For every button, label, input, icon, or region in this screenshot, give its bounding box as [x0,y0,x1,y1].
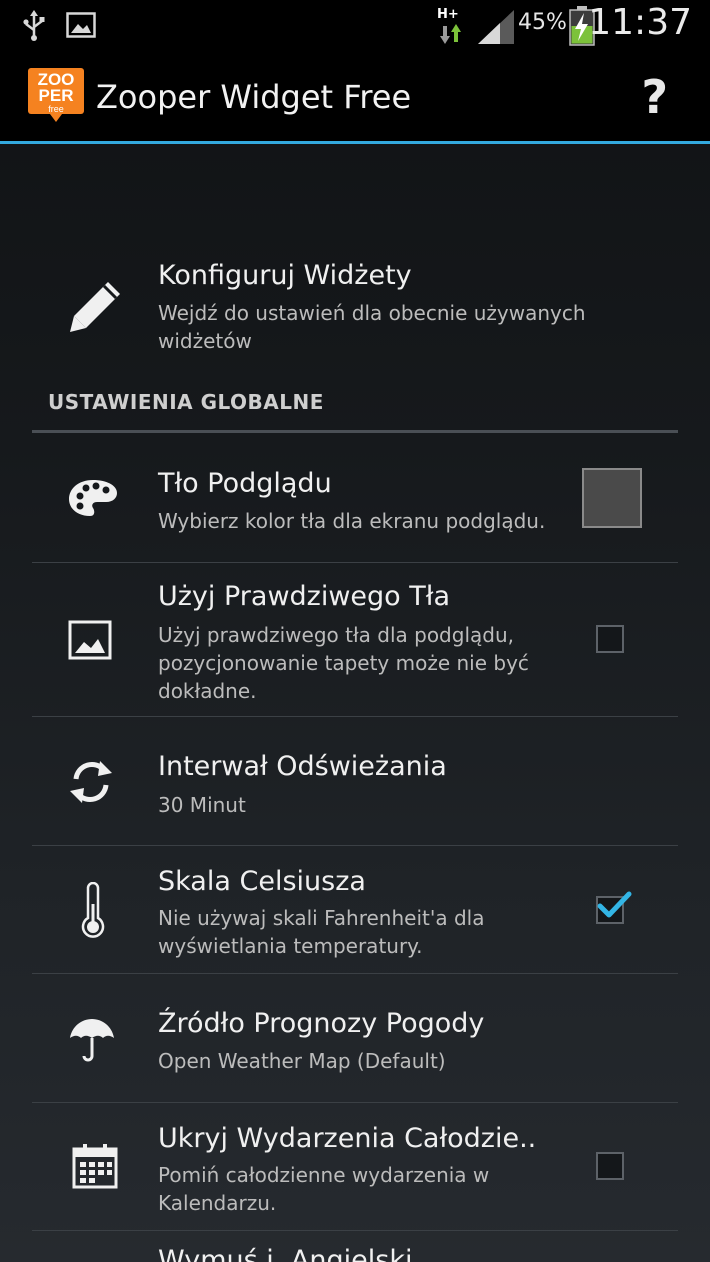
celsius-scale-subtitle: Nie używaj skali Fahrenheit'a dla wyświe… [158,906,485,958]
pencil-icon [70,282,120,332]
real-background-item[interactable]: Użyj Prawdziwego Tła Użyj prawdziwego tł… [32,563,678,716]
calendar-icon [72,1144,118,1189]
refresh-interval-item[interactable]: Interwał Odświeżania 30 Minut [32,717,678,845]
logo-line-2: PER [39,86,74,105]
configure-widgets-title: Konfiguruj Widżety [158,260,412,291]
status-time: 11:37 [588,2,692,43]
palette-icon [69,480,117,516]
weather-source-title: Źródło Prognozy Pogody [158,1008,485,1039]
hide-allday-events-subtitle: Pomiń całodzienne wydarzenia w Kalendarz… [158,1163,490,1215]
preview-color-swatch[interactable] [582,468,642,528]
network-arrows-icon [440,24,461,44]
thermometer-icon [81,882,105,938]
section-divider [32,430,678,433]
real-background-title: Użyj Prawdziwego Tła [158,581,450,612]
weather-source-item[interactable]: Źródło Prognozy Pogody Open Weather Map … [32,974,678,1102]
app-title: Zooper Widget Free [96,78,412,116]
preview-background-title: Tło Podglądu [158,468,332,499]
hide-allday-events-title: Ukryj Wydarzenia Całodzie.. [158,1123,537,1154]
celsius-scale-title: Skala Celsiusza [158,866,366,897]
checkmark-icon [597,891,632,918]
image-icon [66,12,96,38]
logo-line-3: free [48,104,64,114]
refresh-interval-title: Interwał Odświeżania [158,751,447,782]
screen: H+ 45% 11:37 ZOO PER free Zooper Widget … [0,0,710,1262]
configure-widgets-item[interactable]: Konfiguruj Widżety Wejdź do ustawień dla… [32,250,678,370]
weather-source-value: Open Weather Map (Default) [158,1049,446,1073]
force-english-title: Wymuś j. Angielski [158,1245,413,1262]
image-icon [68,620,112,660]
configure-widgets-subtitle: Wejdź do ustawień dla obecnie używanych … [158,301,586,353]
hide-allday-events-checkbox[interactable] [596,1152,624,1180]
real-background-checkbox[interactable] [596,625,624,653]
action-bar-divider [0,141,710,144]
hide-allday-events-item[interactable]: Ukryj Wydarzenia Całodzie.. Pomiń całodz… [32,1103,678,1230]
help-button[interactable]: ? [641,70,668,124]
usb-icon [23,10,45,41]
force-english-item[interactable]: Wymuś j. Angielski [32,1231,678,1262]
battery-percent: 45% [518,10,567,35]
preview-background-subtitle: Wybierz kolor tła dla ekranu podglądu. [158,509,546,533]
signal-icon [478,10,514,44]
network-type-label: H+ [437,7,459,22]
app-logo-icon[interactable]: ZOO PER free [28,68,84,124]
umbrella-icon [70,1019,114,1062]
section-header: USTAWIENIA GLOBALNE [48,390,324,414]
celsius-scale-item[interactable]: Skala Celsiusza Nie używaj skali Fahrenh… [32,846,678,973]
refresh-icon [70,761,112,803]
real-background-subtitle: Użyj prawdziwego tła dla podglądu, pozyc… [158,623,529,703]
refresh-interval-value: 30 Minut [158,793,246,817]
status-bar: H+ 45% 11:37 [0,0,710,50]
